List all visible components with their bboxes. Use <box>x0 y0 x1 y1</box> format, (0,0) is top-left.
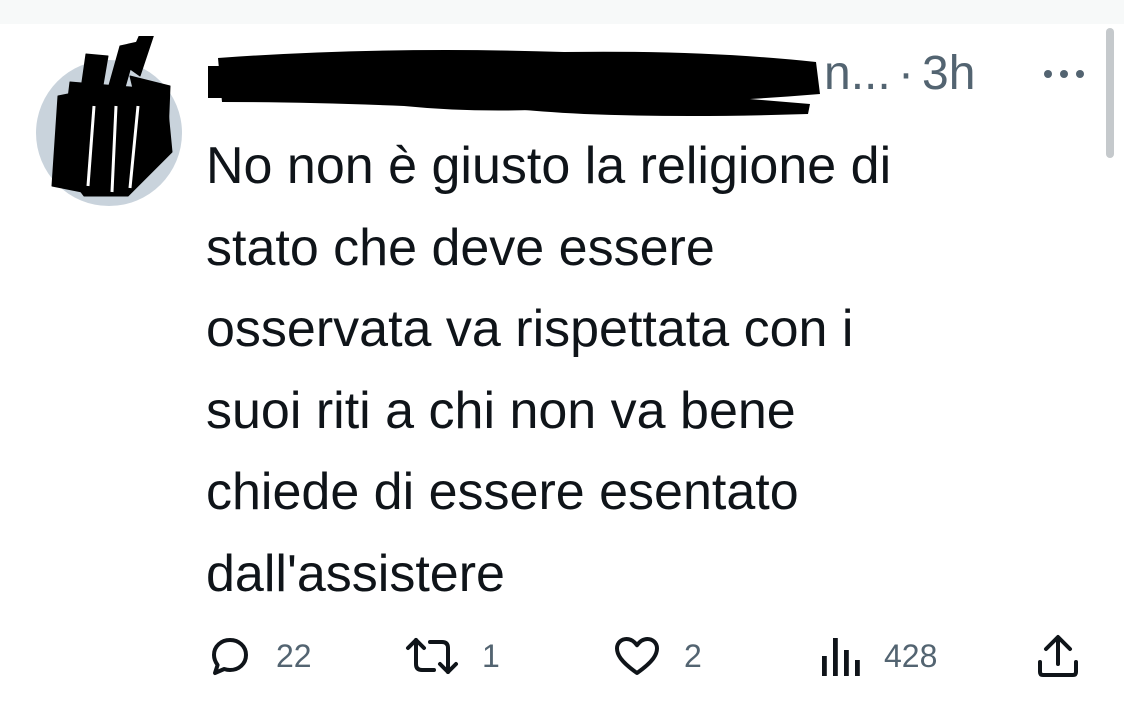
like-button[interactable]: 2 <box>612 626 702 686</box>
timestamp[interactable]: 3h <box>922 46 975 101</box>
author-name-redaction <box>208 50 820 116</box>
retweet-count: 1 <box>482 637 500 674</box>
reply-icon <box>212 638 248 675</box>
top-strip <box>0 0 1124 24</box>
avatar-redaction <box>51 36 173 197</box>
tweet-text: No non è giusto la religione di stato ch… <box>206 137 892 603</box>
share-icon <box>1038 635 1078 677</box>
heart-icon <box>615 637 659 675</box>
tweet-header: n... · 3h <box>204 40 1086 116</box>
avatar[interactable] <box>30 36 190 206</box>
scrollbar[interactable] <box>1106 28 1114 158</box>
author-handle[interactable]: n... <box>824 46 891 101</box>
reply-count: 22 <box>276 637 312 674</box>
more-icon <box>1044 70 1084 78</box>
views-count: 428 <box>884 637 938 674</box>
reply-button[interactable]: 22 <box>206 626 312 686</box>
views-icon <box>822 638 860 676</box>
share-button[interactable] <box>1036 626 1080 686</box>
like-count: 2 <box>684 637 702 674</box>
retweet-button[interactable]: 1 <box>404 626 500 686</box>
separator-dot: · <box>898 47 914 100</box>
action-bar: 22 1 2 428 <box>206 626 1086 686</box>
retweet-icon <box>406 638 458 674</box>
more-button[interactable] <box>1042 54 1086 94</box>
views-button[interactable]: 428 <box>818 626 937 686</box>
